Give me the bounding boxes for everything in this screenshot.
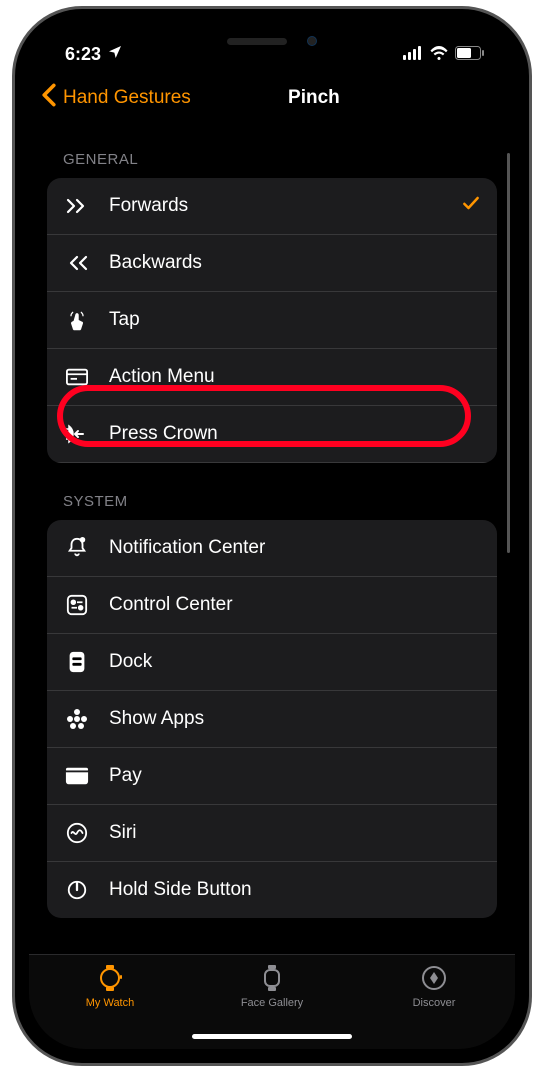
row-apple-pay-label: Pay bbox=[109, 765, 481, 787]
tab-my-watch-label: My Watch bbox=[86, 997, 135, 1009]
row-control-center[interactable]: Control Center bbox=[47, 577, 497, 634]
row-press-crown-label: Press Crown bbox=[109, 423, 481, 445]
back-chevron-icon[interactable] bbox=[41, 81, 57, 115]
page-title: Pinch bbox=[288, 87, 340, 109]
battery-icon bbox=[455, 44, 485, 65]
row-notification-center-label: Notification Center bbox=[109, 537, 481, 559]
volume-up-button bbox=[12, 269, 15, 339]
backwards-icon bbox=[63, 249, 91, 277]
dock-icon bbox=[63, 648, 91, 676]
side-button bbox=[529, 289, 532, 399]
nav-title-wrap: Pinch bbox=[75, 87, 503, 109]
content-scroll[interactable]: GENERAL Forwards Backwards bbox=[29, 129, 515, 954]
tab-my-watch[interactable]: My Watch bbox=[29, 963, 191, 1049]
mute-switch bbox=[12, 199, 15, 239]
cellular-icon bbox=[403, 44, 423, 65]
discover-tab-icon bbox=[420, 963, 448, 993]
row-show-apps[interactable]: Show Apps bbox=[47, 691, 497, 748]
home-indicator[interactable] bbox=[192, 1034, 352, 1039]
nav-bar: Hand Gestures Pinch bbox=[29, 73, 515, 129]
phone-frame: 6:23 Hand Gestures bbox=[12, 6, 532, 1066]
face-gallery-tab-icon bbox=[259, 963, 285, 993]
status-time: 6:23 bbox=[65, 44, 101, 65]
notch bbox=[152, 23, 392, 59]
scroll-indicator bbox=[507, 153, 510, 553]
hold-side-button-icon bbox=[63, 876, 91, 904]
tap-icon bbox=[63, 306, 91, 334]
row-dock[interactable]: Dock bbox=[47, 634, 497, 691]
checkmark-icon bbox=[461, 193, 481, 219]
row-hold-side-button-label: Hold Side Button bbox=[109, 879, 481, 901]
my-watch-tab-icon bbox=[96, 963, 124, 993]
row-apple-pay[interactable]: Pay bbox=[47, 748, 497, 805]
row-forwards[interactable]: Forwards bbox=[47, 178, 497, 235]
show-apps-icon bbox=[63, 705, 91, 733]
row-tap-label: Tap bbox=[109, 309, 481, 331]
row-siri[interactable]: Siri bbox=[47, 805, 497, 862]
row-notification-center[interactable]: Notification Center bbox=[47, 520, 497, 577]
action-menu-icon bbox=[63, 363, 91, 391]
row-hold-side-button[interactable]: Hold Side Button bbox=[47, 862, 497, 918]
section-header-system: SYSTEM bbox=[47, 463, 497, 520]
volume-down-button bbox=[12, 359, 15, 429]
section-header-general: GENERAL bbox=[47, 129, 497, 178]
speaker-grill bbox=[227, 38, 287, 45]
control-center-icon bbox=[63, 591, 91, 619]
tab-face-gallery-label: Face Gallery bbox=[241, 997, 303, 1009]
row-control-center-label: Control Center bbox=[109, 594, 481, 616]
wifi-icon bbox=[429, 44, 449, 65]
row-action-menu[interactable]: Action Menu bbox=[47, 349, 497, 406]
row-backwards[interactable]: Backwards bbox=[47, 235, 497, 292]
group-general: Forwards Backwards Tap bbox=[47, 178, 497, 463]
row-siri-label: Siri bbox=[109, 822, 481, 844]
screen: 6:23 Hand Gestures bbox=[29, 23, 515, 1049]
row-tap[interactable]: Tap bbox=[47, 292, 497, 349]
row-backwards-label: Backwards bbox=[109, 252, 481, 274]
row-press-crown[interactable]: Press Crown bbox=[47, 406, 497, 463]
apple-pay-icon bbox=[63, 762, 91, 790]
forwards-icon bbox=[63, 192, 91, 220]
group-system: Notification Center Control Center Dock bbox=[47, 520, 497, 918]
press-crown-icon bbox=[63, 420, 91, 448]
front-camera bbox=[307, 36, 317, 46]
row-forwards-label: Forwards bbox=[109, 195, 461, 217]
row-action-menu-label: Action Menu bbox=[109, 366, 481, 388]
tab-discover[interactable]: Discover bbox=[353, 963, 515, 1049]
tab-discover-label: Discover bbox=[413, 997, 456, 1009]
siri-icon bbox=[63, 819, 91, 847]
notification-center-icon bbox=[63, 534, 91, 562]
row-dock-label: Dock bbox=[109, 651, 481, 673]
location-icon bbox=[107, 44, 123, 65]
row-show-apps-label: Show Apps bbox=[109, 708, 481, 730]
